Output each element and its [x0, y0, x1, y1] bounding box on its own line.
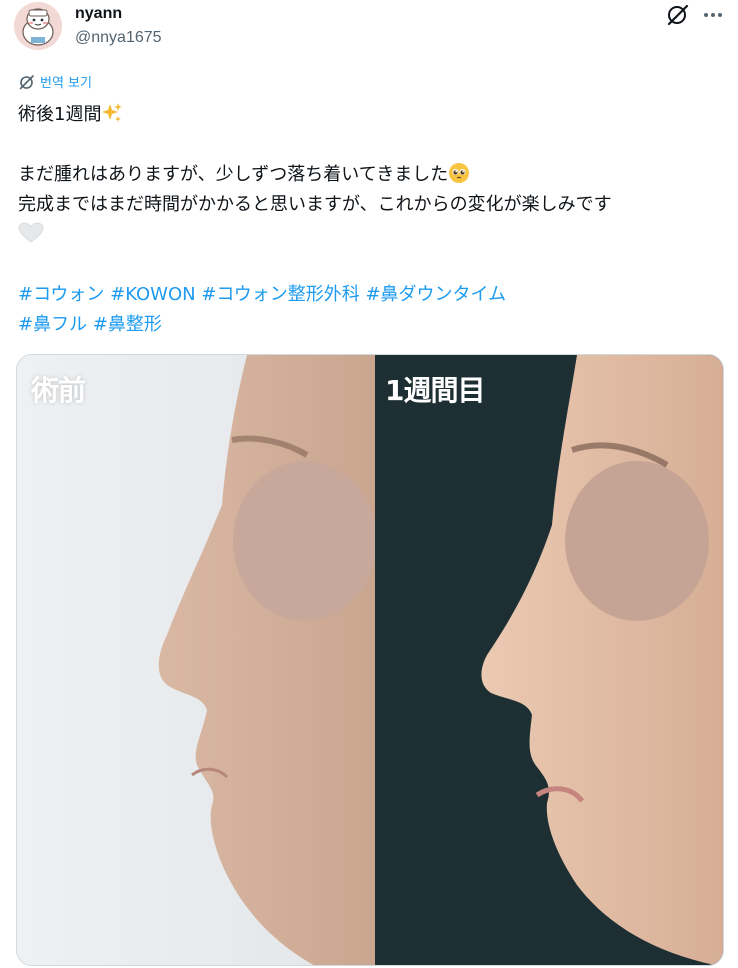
hashtag-link[interactable]: #鼻フル	[18, 314, 87, 335]
hashtag-link[interactable]: #KOWON	[110, 284, 196, 305]
tweet-photo[interactable]: 術前 1週間目	[16, 354, 724, 966]
hashtag-link[interactable]: #鼻整形	[93, 314, 162, 335]
tweet-title: 術後1週間	[18, 104, 102, 125]
before-label: 術前	[31, 374, 86, 407]
white-heart-icon	[18, 222, 44, 254]
tweet-line-2: 完成まではまだ時間がかかると思いますが、これからの変化が楽しみです	[18, 194, 612, 215]
tweet-text: 術後1週間 まだ腫れはありますが、少しずつ落ち着いてきました 完成まではまだ時間…	[18, 100, 728, 340]
white-heart-line	[18, 220, 728, 250]
hashtags-row-2: #鼻フル #鼻整形	[18, 310, 728, 340]
translate-icon	[19, 74, 34, 89]
hashtag-link[interactable]: #コウォン	[18, 284, 104, 305]
author-handle[interactable]: @nnya1675	[75, 29, 162, 47]
avatar[interactable]	[14, 2, 62, 50]
hashtag-link[interactable]: #コウォン整形外科	[201, 284, 359, 305]
translate-link[interactable]: 번역 보기	[18, 72, 92, 91]
sparkles-icon	[101, 102, 123, 134]
hashtag-link[interactable]: #鼻ダウンタイム	[365, 284, 506, 305]
translate-label: 번역 보기	[40, 76, 92, 91]
author-name[interactable]: nyann	[75, 5, 122, 23]
tweet-line-1: まだ腫れはありますが、少しずつ落ち着いてきました	[18, 160, 728, 190]
hashtags-row-1: #コウォン #KOWON #コウォン整形外科 #鼻ダウンタイム	[18, 280, 728, 310]
tweet-title-line: 術後1週間	[18, 100, 728, 130]
grok-icon[interactable]	[665, 2, 691, 28]
after-label: 1週間目	[385, 374, 485, 407]
more-icon[interactable]	[699, 2, 727, 28]
before-after-photo	[17, 355, 723, 965]
